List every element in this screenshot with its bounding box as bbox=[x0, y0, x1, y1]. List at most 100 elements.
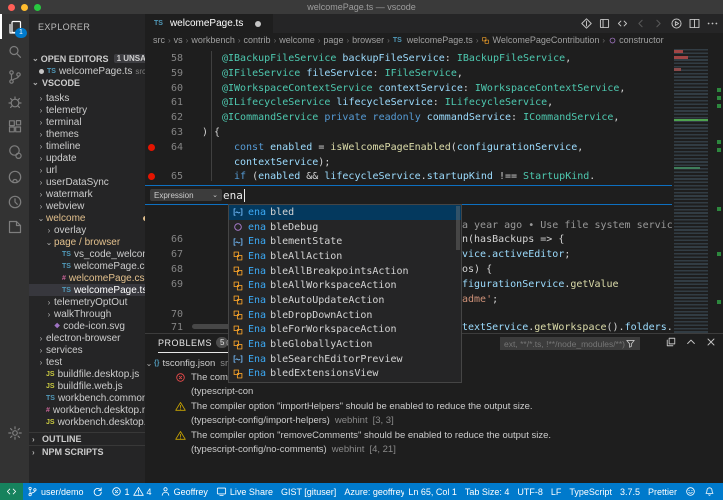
suggest-item-enableforworkspaceaction[interactable]: EnableForWorkspaceAction bbox=[229, 323, 461, 338]
tree-file-workbench-desktop-main-[interactable]: JSworkbench.desktop.main... bbox=[29, 416, 145, 428]
minimap[interactable] bbox=[672, 47, 723, 333]
tree-file-welcomepage-ts[interactable]: TSwelcomePage.ts bbox=[29, 284, 145, 296]
activity-bar-item-timeline[interactable] bbox=[0, 189, 29, 214]
suggest-scrollbar[interactable] bbox=[456, 206, 460, 250]
problem-item[interactable]: The compiler option "removeComments" sho… bbox=[145, 429, 723, 442]
status-live-share[interactable]: Live Share bbox=[212, 483, 277, 500]
tree-folder-tasks[interactable]: ›tasks bbox=[29, 92, 145, 104]
activity-bar-item-extensions[interactable] bbox=[0, 114, 29, 139]
activity-bar-item-explorer[interactable]: 1 bbox=[0, 14, 29, 39]
tree-folder-telemetry[interactable]: ›telemetry bbox=[29, 104, 145, 116]
more-actions-icon[interactable] bbox=[706, 17, 719, 30]
folder-section-header[interactable]: ⌄ VSCODE bbox=[29, 76, 145, 89]
tree-folder-test[interactable]: ›test bbox=[29, 356, 145, 368]
open-editors-header[interactable]: ⌄ OPEN EDITORS 1 UNSAVED bbox=[29, 52, 145, 65]
status-azure-account[interactable]: Azure: geoffrey@contoso.com bbox=[340, 483, 404, 500]
tree-folder-welcome[interactable]: ⌄welcome bbox=[29, 212, 145, 224]
tree-folder-page-browser[interactable]: ⌄page / browser bbox=[29, 236, 145, 248]
close-window-button[interactable] bbox=[8, 4, 15, 11]
zoom-window-button[interactable] bbox=[34, 4, 41, 11]
filter-icon[interactable] bbox=[625, 338, 636, 349]
suggest-item-enabledebug[interactable]: enableDebug bbox=[229, 220, 461, 235]
suggest-item-enablesearcheditorpreview[interactable]: EnableSearchEditorPreview bbox=[229, 352, 461, 367]
status-problems-summary[interactable]: 14 bbox=[107, 483, 156, 500]
tree-file-vs-code-welcome-pa-[interactable]: TSvs_code_welcome_pa... bbox=[29, 248, 145, 260]
status-feedback[interactable] bbox=[681, 483, 700, 500]
close-panel-icon[interactable] bbox=[705, 336, 717, 348]
toggle-blame-icon[interactable] bbox=[598, 17, 611, 30]
status-notifications[interactable] bbox=[700, 483, 719, 500]
tree-folder-walkthrough[interactable]: ›walkThrough bbox=[29, 308, 145, 320]
status-formatter[interactable]: Prettier bbox=[644, 483, 681, 500]
compare-changes-icon[interactable] bbox=[616, 17, 629, 30]
split-editor-icon[interactable] bbox=[688, 17, 701, 30]
status-liveshare-participant[interactable]: Geoffrey bbox=[156, 483, 212, 500]
breadcrumb-item-constructor[interactable]: constructor bbox=[608, 35, 664, 45]
suggest-item-enabled[interactable]: enabled bbox=[229, 205, 461, 220]
activity-bar-item-settings[interactable] bbox=[0, 420, 29, 445]
breadcrumb-item-welcomepagecontribution[interactable]: WelcomePageContribution bbox=[481, 35, 599, 45]
outline-section-header[interactable]: › OUTLINE bbox=[29, 432, 145, 445]
breadcrumb-item-welcome[interactable]: welcome bbox=[279, 35, 315, 45]
breadcrumb-item-page[interactable]: page bbox=[323, 35, 343, 45]
suggest-item-enabledextensionsview[interactable]: EnabledExtensionsView bbox=[229, 367, 461, 382]
minimize-window-button[interactable] bbox=[21, 4, 28, 11]
tree-folder-overlay[interactable]: ›overlay bbox=[29, 224, 145, 236]
suggest-item-enableallaction[interactable]: EnableAllAction bbox=[229, 249, 461, 264]
status-language-mode[interactable]: TypeScript bbox=[565, 483, 616, 500]
tree-folder-url[interactable]: ›url bbox=[29, 164, 145, 176]
condition-expression-input[interactable]: ena bbox=[223, 187, 245, 203]
tree-folder-terminal[interactable]: ›terminal bbox=[29, 116, 145, 128]
status-sync[interactable] bbox=[88, 483, 107, 500]
tab-welcomePage-ts[interactable]: TS welcomePage.ts bbox=[145, 14, 273, 33]
activity-bar-item-search[interactable] bbox=[0, 39, 29, 64]
npm-scripts-section-header[interactable]: › NPM SCRIPTS bbox=[29, 445, 145, 458]
tree-file-workbench-desktop-main-[interactable]: #workbench.desktop.main... bbox=[29, 404, 145, 416]
open-changes-icon[interactable] bbox=[580, 17, 593, 30]
tree-folder-userdatasync[interactable]: ›userDataSync bbox=[29, 176, 145, 188]
problem-item[interactable]: The compiler option "importHelpers" shou… bbox=[145, 400, 723, 413]
tree-file-buildfile-web-js[interactable]: JSbuildfile.web.js bbox=[29, 380, 145, 392]
previous-change-icon[interactable] bbox=[634, 17, 647, 30]
tree-file-welcomepage-contri-[interactable]: TSwelcomePage.contri... bbox=[29, 260, 145, 272]
activity-bar-item-github[interactable] bbox=[0, 164, 29, 189]
breadcrumb-item-contrib[interactable]: contrib bbox=[244, 35, 271, 45]
problems-filter-input[interactable] bbox=[500, 337, 640, 350]
status-remote-indicator[interactable] bbox=[0, 483, 23, 500]
tree-folder-electron-browser[interactable]: ›electron-browser bbox=[29, 332, 145, 344]
tree-file-welcomepage-css[interactable]: #welcomePage.css2 bbox=[29, 272, 145, 284]
suggest-item-enabledropdownaction[interactable]: EnableDropDownAction bbox=[229, 308, 461, 323]
condition-type-select[interactable]: Expression ⌄ bbox=[150, 189, 222, 201]
status-encoding[interactable]: UTF-8 bbox=[513, 483, 547, 500]
restore-panel-icon[interactable] bbox=[665, 336, 677, 348]
activity-bar-item-source-control[interactable] bbox=[0, 64, 29, 89]
status-cursor-position[interactable]: Ln 65, Col 1 bbox=[404, 483, 461, 500]
breadcrumb-item-vs[interactable]: vs bbox=[174, 35, 183, 45]
activity-bar-item-file-edits[interactable] bbox=[0, 214, 29, 239]
status-gist[interactable]: GIST [gituser] bbox=[277, 483, 340, 500]
activity-bar-item-run-debug[interactable] bbox=[0, 89, 29, 114]
tree-file-buildfile-desktop-js[interactable]: JSbuildfile.desktop.js bbox=[29, 368, 145, 380]
suggest-item-enableallbreakpointsaction[interactable]: EnableAllBreakpointsAction bbox=[229, 264, 461, 279]
activity-bar-item-live-share[interactable] bbox=[0, 139, 29, 164]
suggest-item-enablementstate[interactable]: EnablementState bbox=[229, 234, 461, 249]
tree-folder-telemetryoptout[interactable]: ›telemetryOptOut bbox=[29, 296, 145, 308]
status-ts-version[interactable]: 3.7.5 bbox=[616, 483, 644, 500]
status-eol[interactable]: LF bbox=[547, 483, 566, 500]
breadcrumb-item-workbench[interactable]: workbench bbox=[191, 35, 235, 45]
status-indentation[interactable]: Tab Size: 4 bbox=[461, 483, 514, 500]
problem-item-detail[interactable]: (typescript-config/no-comments)webhint[4… bbox=[145, 443, 723, 456]
tree-folder-update[interactable]: ›update bbox=[29, 152, 145, 164]
breadcrumb-item-browser[interactable]: browser bbox=[352, 35, 384, 45]
tree-file-code-icon-svg[interactable]: ❖code-icon.svg bbox=[29, 320, 145, 332]
tree-folder-themes[interactable]: ›themes bbox=[29, 128, 145, 140]
suggest-item-enableallworkspaceaction[interactable]: EnableAllWorkspaceAction bbox=[229, 278, 461, 293]
panel-tab-problems[interactable]: PROBLEMS5 bbox=[158, 334, 228, 353]
breadcrumb-item-welcomepage-ts[interactable]: TSwelcomePage.ts bbox=[393, 35, 473, 45]
suggest-item-enableautoupdateaction[interactable]: EnableAutoUpdateAction bbox=[229, 293, 461, 308]
problem-item-detail[interactable]: (typescript-con bbox=[145, 385, 723, 398]
tree-folder-webview[interactable]: ›webview bbox=[29, 200, 145, 212]
tree-folder-watermark[interactable]: ›watermark bbox=[29, 188, 145, 200]
dirty-indicator-icon[interactable] bbox=[255, 21, 261, 27]
tree-folder-services[interactable]: ›services bbox=[29, 344, 145, 356]
